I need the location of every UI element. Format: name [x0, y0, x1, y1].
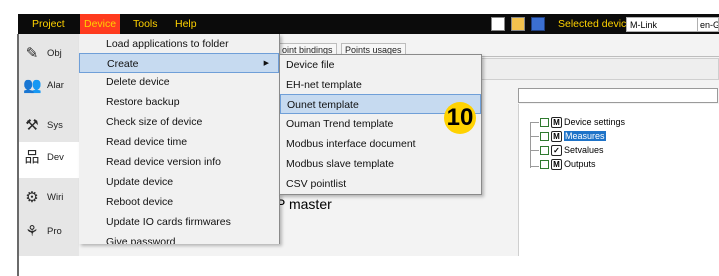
tree-line [530, 166, 539, 167]
menu-item-label: Update IO cards firmwares [106, 216, 231, 228]
menu-item-label: Update device [106, 176, 174, 188]
tree-node-badge: M [551, 159, 562, 171]
tree-node-badge: M [551, 131, 562, 143]
sidebar-item-wiring[interactable]: ⚙ Wiri [19, 182, 79, 214]
menu-item-label: Read device time [106, 136, 188, 148]
protocol-icon: ⚘ [25, 223, 39, 240]
tree-node-label: Outputs [564, 159, 596, 169]
menu-item-label: Check size of device [106, 116, 203, 128]
submenu-item-eh-net-template[interactable]: EH-net template [280, 75, 481, 95]
selected-device-value: M-Link [630, 20, 658, 30]
wiring-icon: ⚙ [25, 189, 39, 206]
bottom-strip [19, 256, 719, 276]
submenu-item-label: Ounet template [287, 99, 359, 111]
menu-item-label: Restore backup [106, 96, 180, 108]
sidebar-item-label: Sys [47, 120, 63, 131]
sidebar-item-label: Dev [47, 152, 64, 163]
save-icon[interactable] [531, 17, 545, 31]
menu-item-label: Create [107, 58, 139, 70]
sidebar-item-label: Obj [47, 48, 62, 59]
menu-item-give-password[interactable]: Give password [79, 232, 279, 244]
tree-line [530, 150, 539, 151]
submenu-item-device-file[interactable]: Device file [280, 55, 481, 75]
selected-device-label: Selected device: [558, 18, 636, 30]
submenu-item-modbus-slave-template[interactable]: Modbus slave template [280, 154, 481, 174]
tree-node-badge: ✓ [551, 145, 562, 157]
menu-item-label: Delete device [106, 76, 170, 88]
tree-checkbox[interactable] [540, 146, 549, 156]
tools-icon: ⚒ [25, 117, 39, 134]
filter-input[interactable] [518, 88, 718, 103]
submenu-item-label: Modbus interface document [286, 138, 416, 150]
tree-node-label: Measures [564, 131, 606, 141]
sidebar-item-label: Wiri [47, 192, 64, 203]
tree-checkbox[interactable] [540, 160, 549, 170]
app-window: Project Device Tools Help Selected devic… [0, 0, 719, 276]
tree-node-setvalues[interactable]: ✓ Setvalues [540, 144, 604, 157]
new-file-icon[interactable] [491, 17, 505, 31]
tree-node-badge: M [551, 117, 562, 129]
tree-line [530, 122, 531, 168]
sidebar-item-alarms[interactable]: 👥 Alar [19, 70, 79, 102]
step-number-badge: 10 [444, 102, 476, 134]
sidebar-item-label: Alar [47, 80, 64, 91]
menu-item-label: Reboot device [106, 196, 174, 208]
menu-item-label: Give password [106, 236, 176, 244]
pencil-icon: ✎ [25, 45, 39, 62]
submenu-item-label: Device file [286, 59, 335, 71]
sidebar-item-devices[interactable]: 品 Dev [19, 142, 79, 178]
menu-item-load-applications[interactable]: Load applications to folder [79, 34, 279, 54]
submenu-item-modbus-interface-document[interactable]: Modbus interface document [280, 134, 481, 154]
tree-node-label: Setvalues [564, 145, 604, 155]
submenu-arrow-icon: ▶ [263, 60, 269, 67]
sidebar-item-objects[interactable]: ✎ Obj [19, 38, 79, 70]
tree-node-device-settings[interactable]: M Device settings [540, 116, 626, 129]
menu-item-read-version-info[interactable]: Read device version info [79, 152, 279, 172]
menu-item-label: Read device version info [106, 156, 221, 168]
menu-item-update-device[interactable]: Update device [79, 172, 279, 192]
tree-checkbox[interactable] [540, 132, 549, 142]
menu-item-restore-backup[interactable]: Restore backup [79, 92, 279, 112]
menu-project[interactable]: Project [28, 14, 69, 34]
menu-item-reboot-device[interactable]: Reboot device [79, 192, 279, 212]
menu-item-delete-device[interactable]: Delete device [79, 72, 279, 92]
menu-tools[interactable]: Tools [129, 14, 162, 34]
tree-line [530, 136, 539, 137]
menu-device[interactable]: Device [80, 14, 121, 34]
submenu-item-label: CSV pointlist [286, 178, 347, 190]
open-folder-icon[interactable] [511, 17, 525, 31]
submenu-item-label: EH-net template [286, 79, 362, 91]
sidebar-item-label: Pro [47, 226, 62, 237]
sidebar-item-protocols[interactable]: ⚘ Pro [19, 216, 79, 248]
master-text: P master [276, 196, 332, 212]
tree-line [530, 122, 539, 123]
language-combo[interactable]: en-GB [697, 17, 719, 32]
tree-node-measures[interactable]: M Measures [540, 130, 606, 143]
tree-node-label: Device settings [564, 117, 626, 127]
menu-help[interactable]: Help [171, 14, 201, 34]
menu-item-check-size[interactable]: Check size of device [79, 112, 279, 132]
menu-item-label: Load applications to folder [106, 38, 229, 50]
menu-item-read-device-time[interactable]: Read device time [79, 132, 279, 152]
sidebar-item-system[interactable]: ⚒ Sys [19, 110, 79, 142]
users-icon: 👥 [23, 77, 42, 94]
tree-node-outputs[interactable]: M Outputs [540, 158, 596, 171]
menu-item-create[interactable]: Create ▶ [79, 53, 279, 73]
device-menu-dropdown: Load applications to folder Create ▶ Dele… [79, 34, 280, 244]
submenu-item-csv-pointlist[interactable]: CSV pointlist [280, 174, 481, 194]
tree-checkbox[interactable] [540, 118, 549, 128]
submenu-item-label: Modbus slave template [286, 158, 394, 170]
submenu-item-label: Ouman Trend template [286, 118, 394, 130]
sidebar: ✎ Obj 👥 Alar ⚒ Sys 品 Dev ⚙ Wiri ⚘ Pro [19, 34, 79, 256]
menu-item-update-io-firmwares[interactable]: Update IO cards firmwares [79, 212, 279, 232]
top-strip [0, 0, 719, 14]
network-icon: 品 [24, 149, 40, 166]
